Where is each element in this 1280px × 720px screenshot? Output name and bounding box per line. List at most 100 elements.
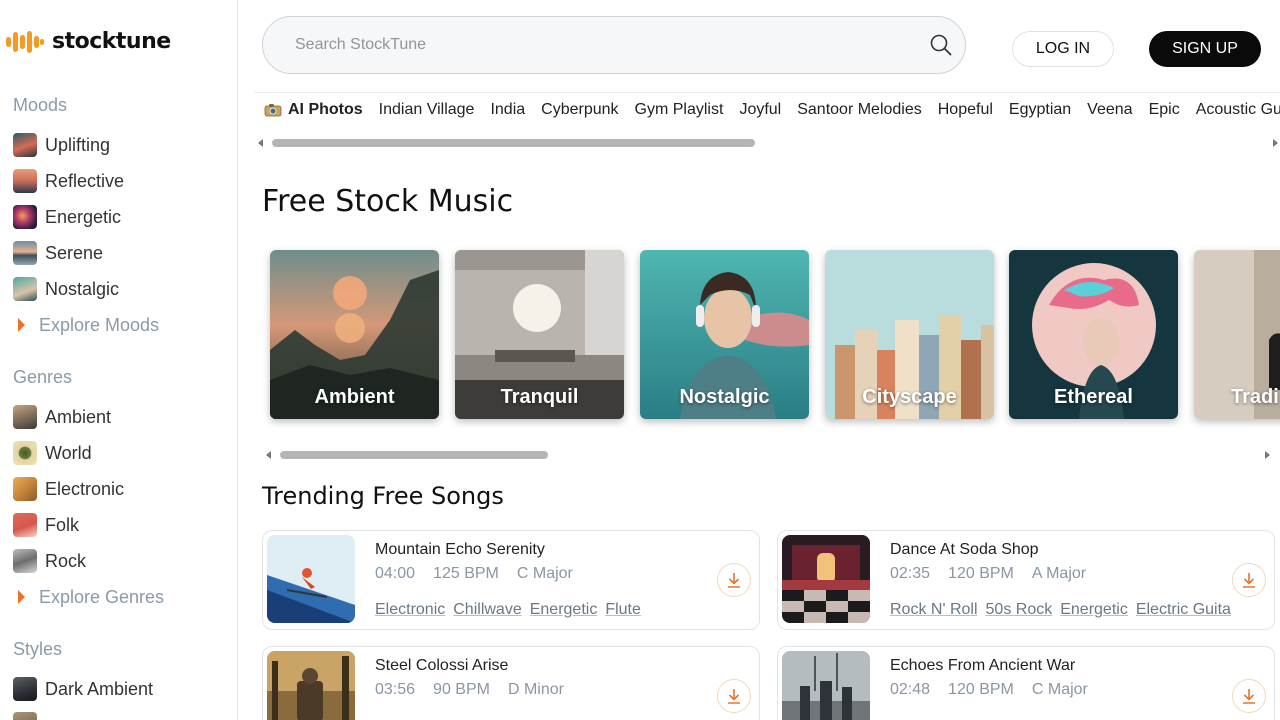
song-bpm: 125 BPM [433,565,499,582]
song-artwork [267,651,355,720]
download-icon [1243,689,1255,704]
scroll-left-icon[interactable] [258,139,263,147]
sidebar-item-label: Energetic [45,206,122,227]
logo[interactable]: stocktune [4,26,171,56]
tag-item[interactable]: Joyful [739,101,781,119]
category-card-nostalgic[interactable]: Nostalgic [640,250,809,419]
song-title[interactable]: Mountain Echo Serenity [375,541,545,559]
sidebar-item-label: Nostalgic [45,278,120,299]
sidebar-item-dark-ambient[interactable]: Dark Ambient [13,675,153,703]
sidebar-item-label: Dark Ambient [45,678,154,699]
search-input[interactable] [295,36,895,54]
tag-item[interactable]: Cyberpunk [541,101,618,119]
energetic-thumbnail [13,205,37,229]
sidebar: stocktune Moods Uplifting Reflective Ene… [0,0,238,720]
sidebar-item-rock[interactable]: Rock [13,547,86,575]
tag-item[interactable]: Gym Playlist [635,101,724,119]
category-card-ethereal[interactable]: Ethereal [1009,250,1178,419]
song-tag[interactable]: Electric Guita [1136,601,1231,619]
signup-button[interactable]: SIGN UP [1149,31,1261,67]
tag-item[interactable]: Egyptian [1009,101,1071,119]
song-card[interactable]: Steel Colossi Arise 03:56 90 BPM D Minor [262,646,760,720]
search-bar[interactable] [262,16,966,74]
carousel-scrollbar[interactable] [266,449,1270,461]
scrollbar-thumb[interactable] [272,139,755,147]
category-card-traditional[interactable]: Tradi [1194,250,1280,419]
song-tag[interactable]: 50s Rock [986,601,1053,619]
download-button[interactable] [717,563,751,597]
song-tags: Electronic Chillwave Energetic Flute [375,601,641,619]
song-card[interactable]: Echoes From Ancient War 02:48 120 BPM C … [777,646,1275,720]
tag-item[interactable]: India [490,101,525,119]
sidebar-item-nostalgic[interactable]: Nostalgic [13,275,119,303]
song-artwork [267,535,355,623]
uplifting-thumbnail [13,133,37,157]
tag-item[interactable]: Santoor Melodies [797,101,922,119]
tags-scrollbar[interactable] [258,137,1278,149]
download-icon [728,689,740,704]
tag-ai-photos[interactable]: AI Photos [264,101,363,119]
category-card-cityscape[interactable]: Cityscape [825,250,994,419]
styles-heading: Styles [13,639,63,659]
moods-heading: Moods [13,95,68,115]
sidebar-item-reflective[interactable]: Reflective [13,167,124,195]
song-title[interactable]: Steel Colossi Arise [375,657,508,675]
song-artwork [782,535,870,623]
scroll-right-icon[interactable] [1273,139,1278,147]
tag-item[interactable]: Indian Village [379,101,475,119]
song-tag[interactable]: Energetic [530,601,598,619]
sidebar-item-energetic[interactable]: Energetic [13,203,121,231]
camera-icon [264,104,282,117]
sidebar-item-label: Folk [45,514,80,535]
category-card-ambient[interactable]: Ambient [270,250,439,419]
nostalgic-thumbnail [13,277,37,301]
sidebar-item-uplifting[interactable]: Uplifting [13,131,110,159]
sidebar-item-folk[interactable]: Folk [13,511,79,539]
song-title[interactable]: Echoes From Ancient War [890,657,1075,675]
tag-item[interactable]: Acoustic Gu [1196,101,1280,119]
song-card[interactable]: Mountain Echo Serenity 04:00 125 BPM C M… [262,530,760,630]
tag-item[interactable]: Veena [1087,101,1132,119]
genres-heading: Genres [13,367,73,387]
sidebar-item-partial[interactable] [13,710,37,720]
waveform-logo-icon [4,26,46,56]
song-tag[interactable]: Chillwave [453,601,521,619]
sidebar-item-label: Electronic [45,478,125,499]
song-artwork [782,651,870,720]
scroll-right-icon[interactable] [1265,451,1270,459]
explore-genres-link[interactable]: Explore Genres [18,583,164,611]
tag-item[interactable]: Epic [1149,101,1180,119]
folk-thumbnail [13,513,37,537]
sidebar-item-world[interactable]: World [13,439,92,467]
song-bpm: 120 BPM [948,681,1014,698]
song-meta: 03:56 90 BPM D Minor [375,681,564,699]
search-icon[interactable] [929,33,953,57]
scrollbar-thumb[interactable] [280,451,548,459]
login-button[interactable]: LOG IN [1012,31,1114,67]
category-card-tranquil[interactable]: Tranquil [455,250,624,419]
song-tag[interactable]: Electronic [375,601,445,619]
song-duration: 03:56 [375,681,416,698]
song-tag[interactable]: Energetic [1060,601,1128,619]
song-tag[interactable]: Rock N' Roll [890,601,978,619]
caret-right-icon [18,318,25,332]
song-title[interactable]: Dance At Soda Shop [890,541,1039,559]
scroll-left-icon[interactable] [266,451,271,459]
sidebar-item-serene[interactable]: Serene [13,239,103,267]
download-button[interactable] [1232,563,1266,597]
song-card[interactable]: Dance At Soda Shop 02:35 120 BPM A Major… [777,530,1275,630]
explore-moods-link[interactable]: Explore Moods [18,311,159,339]
song-tag[interactable]: Flute [605,601,641,619]
partial-thumbnail [13,712,37,720]
sidebar-item-label: Serene [45,242,104,263]
dark-ambient-thumbnail [13,677,37,701]
song-tags: Rock N' Roll 50s Rock Energetic Electric… [890,601,1231,619]
sidebar-item-ambient[interactable]: Ambient [13,403,111,431]
tag-strip: AI Photos Indian Village India Cyberpunk… [254,92,1280,128]
sidebar-item-electronic[interactable]: Electronic [13,475,124,503]
tag-label: AI Photos [288,101,363,118]
tag-item[interactable]: Hopeful [938,101,993,119]
download-button[interactable] [1232,679,1266,713]
download-button[interactable] [717,679,751,713]
world-thumbnail [13,441,37,465]
